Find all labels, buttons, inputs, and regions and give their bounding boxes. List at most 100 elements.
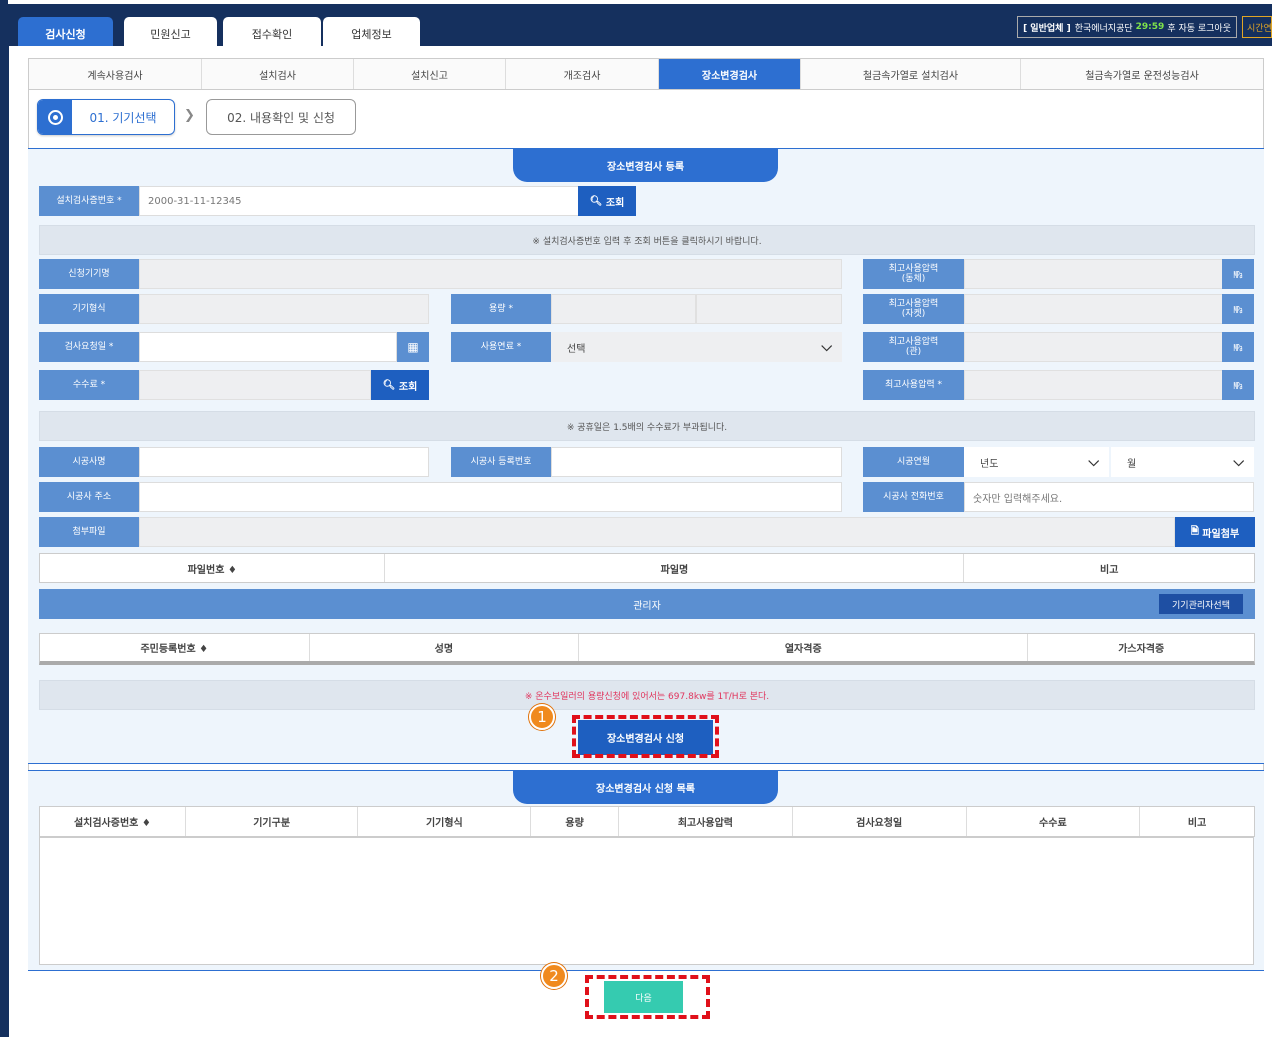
org-name: 한국에너지공단 bbox=[1074, 23, 1133, 34]
fuel-select-value: 선택 bbox=[567, 343, 586, 355]
fee-search-button[interactable]: 🔍︎ 조회 bbox=[371, 370, 429, 400]
address-input[interactable] bbox=[139, 482, 842, 512]
logout-timer: 29:59 bbox=[1135, 22, 1165, 32]
build-date-label: 시공연월 bbox=[863, 447, 964, 477]
select-manager-button[interactable]: 기기관리자선택 bbox=[1159, 594, 1243, 614]
session-info: [ 일반업체 ]한국에너지공단29:59후 자동 로그아웃 시간연장 bbox=[1017, 16, 1272, 38]
pressure-body-unit: ㎫ bbox=[1222, 259, 1254, 289]
col-heat-license: 열자격증 bbox=[579, 634, 1029, 661]
col-max-pressure: 최고사용압력 bbox=[619, 807, 793, 836]
device-name-field bbox=[139, 259, 842, 289]
col-device-type: 기기형식 bbox=[358, 807, 532, 836]
fee-search-label: 조회 bbox=[398, 381, 418, 393]
request-date-label: 검사요청일 * bbox=[39, 332, 139, 362]
chevron-down-icon: ⌵ bbox=[1088, 454, 1099, 470]
pressure-max-unit: ㎫ bbox=[1222, 370, 1254, 400]
chevron-down-icon: ⌵ bbox=[821, 339, 832, 355]
chevron-down-icon: ⌵ bbox=[1233, 454, 1244, 470]
cert-search-button[interactable]: 🔍︎ 조회 bbox=[578, 186, 636, 216]
logout-text: 후 자동 로그아웃 bbox=[1167, 23, 1231, 34]
year-select-value: 년도 bbox=[980, 458, 999, 470]
manager-title: 관리자 bbox=[633, 600, 661, 612]
fuel-select[interactable]: 선택 ⌵ bbox=[551, 332, 842, 362]
col-device-class: 기기구분 bbox=[186, 807, 359, 836]
col-file-no[interactable]: 파일번호 ♦ bbox=[40, 554, 386, 582]
cert-search-label: 조회 bbox=[605, 197, 625, 209]
target-icon bbox=[38, 100, 72, 134]
col-fee: 수수료 bbox=[967, 807, 1141, 836]
attach-file-button[interactable]: 🗎︎ 파일첨부 bbox=[1175, 517, 1255, 547]
search-icon: 🔍︎ bbox=[589, 195, 603, 207]
col-file-name: 파일명 bbox=[385, 554, 965, 582]
user-type: [ 일반업체 ] bbox=[1023, 23, 1071, 34]
col-file-note: 비고 bbox=[1100, 564, 1119, 576]
pressure-jacket-input[interactable] bbox=[964, 294, 1224, 324]
pressure-jacket-label: 최고사용압력 (자켓) bbox=[863, 294, 964, 324]
step-2: 02. 내용확인 및 신청 bbox=[206, 99, 356, 135]
registration-title: 장소변경검사 등록 bbox=[513, 148, 778, 182]
month-select-value: 월 bbox=[1127, 458, 1137, 470]
search-icon: 🔍︎ bbox=[382, 379, 396, 391]
fee-label: 수수료 * bbox=[39, 370, 139, 400]
file-table-header: 파일번호 ♦ 파일명 비고 bbox=[39, 553, 1255, 583]
holiday-notice: ※ 공휴일은 1.5배의 수수료가 부과됩니다. bbox=[39, 411, 1255, 441]
phone-label: 시공사 전화번호 bbox=[863, 482, 964, 512]
extend-session-button[interactable]: 시간연장 bbox=[1242, 16, 1272, 38]
col-name: 성명 bbox=[310, 634, 580, 661]
request-date-input[interactable] bbox=[139, 332, 397, 362]
device-type-label: 기기형식 bbox=[39, 294, 139, 324]
capacity-input[interactable] bbox=[551, 294, 696, 324]
list-title: 장소변경검사 신청 목록 bbox=[513, 770, 778, 804]
pressure-body-input[interactable] bbox=[964, 259, 1224, 289]
col-resident-no[interactable]: 주민등록번호 ♦ bbox=[40, 634, 310, 661]
month-select[interactable]: 월 ⌵ bbox=[1111, 447, 1254, 477]
pressure-pipe-unit: ㎫ bbox=[1222, 332, 1254, 362]
contractor-reg-input[interactable] bbox=[551, 447, 842, 477]
subtab-relocation[interactable]: 장소변경검사 bbox=[659, 59, 801, 89]
col-cert-no[interactable]: 설치검사증번호 ♦ bbox=[40, 807, 186, 836]
capacity-unit-field bbox=[696, 294, 842, 324]
col-gas-license: 가스자격증 bbox=[1118, 644, 1165, 655]
attach-label: 첨부파일 bbox=[39, 517, 139, 547]
fee-field bbox=[139, 370, 371, 400]
step-badge-1: 1 bbox=[529, 704, 555, 730]
attach-field bbox=[139, 517, 1175, 547]
cert-number-input[interactable]: 2000-31-11-12345 bbox=[139, 186, 579, 216]
top-bar: 검사신청 민원신고 접수확인 업체정보 [ 일반업체 ] 한국에너지공단 29:59… bbox=[8, 4, 1272, 50]
contractor-label: 시공사명 bbox=[39, 447, 139, 477]
highlight-box-1 bbox=[572, 715, 719, 758]
pressure-jacket-unit: ㎫ bbox=[1222, 294, 1254, 324]
col-note: 비고 bbox=[1187, 818, 1207, 829]
file-icon: 🗎︎ bbox=[1190, 525, 1199, 537]
contractor-input[interactable] bbox=[139, 447, 429, 477]
pressure-max-input[interactable] bbox=[964, 370, 1224, 400]
year-select[interactable]: 년도 ⌵ bbox=[964, 447, 1109, 477]
sub-tabs: 계속사용검사 설치검사 설치신고 개조검사 장소변경검사 철금속가열로 설치검사… bbox=[28, 58, 1264, 90]
subtab-installation[interactable]: 설치검사 bbox=[202, 59, 354, 89]
phone-input[interactable]: 숫자만 입력해주세요. bbox=[964, 482, 1254, 512]
subtab-installation-report[interactable]: 설치신고 bbox=[354, 59, 506, 89]
calendar-icon[interactable]: ▦ bbox=[397, 332, 429, 362]
list-body bbox=[39, 837, 1254, 965]
pressure-pipe-label: 최고사용압력 (관) bbox=[863, 332, 964, 362]
cert-notice: ※ 설치검사증번호 입력 후 조회 버튼을 클릭하시기 바랍니다. bbox=[39, 225, 1255, 255]
contractor-reg-label: 시공사 등록번호 bbox=[451, 447, 551, 477]
chevron-right-icon: ❯ bbox=[184, 108, 195, 123]
step-1-label: 01. 기기선택 bbox=[89, 110, 157, 125]
device-name-label: 신청기기명 bbox=[39, 259, 139, 289]
subtab-modification[interactable]: 개조검사 bbox=[506, 59, 659, 89]
subtab-continued-use[interactable]: 계속사용검사 bbox=[29, 59, 202, 89]
cert-label: 설치검사증번호 * bbox=[39, 186, 139, 216]
col-capacity: 용량 bbox=[531, 807, 620, 836]
highlight-box-2 bbox=[585, 975, 710, 1019]
manager-table-header: 주민등록번호 ♦ 성명 열자격증 가스자격증 bbox=[39, 633, 1255, 665]
attach-file-label: 파일첨부 bbox=[1202, 528, 1240, 540]
capacity-label: 용량 * bbox=[451, 294, 551, 324]
pressure-pipe-input[interactable] bbox=[964, 332, 1224, 362]
subtab-furnace-install[interactable]: 철금속가열로 설치검사 bbox=[801, 59, 1021, 89]
pressure-body-label: 최고사용압력 (동체) bbox=[863, 259, 964, 289]
fuel-label: 사용연료 * bbox=[451, 332, 551, 362]
subtab-furnace-performance[interactable]: 철금속가열로 운전성능검사 bbox=[1021, 59, 1263, 89]
address-label: 시공사 주소 bbox=[39, 482, 139, 512]
pressure-max-label: 최고사용압력 * bbox=[863, 370, 964, 400]
